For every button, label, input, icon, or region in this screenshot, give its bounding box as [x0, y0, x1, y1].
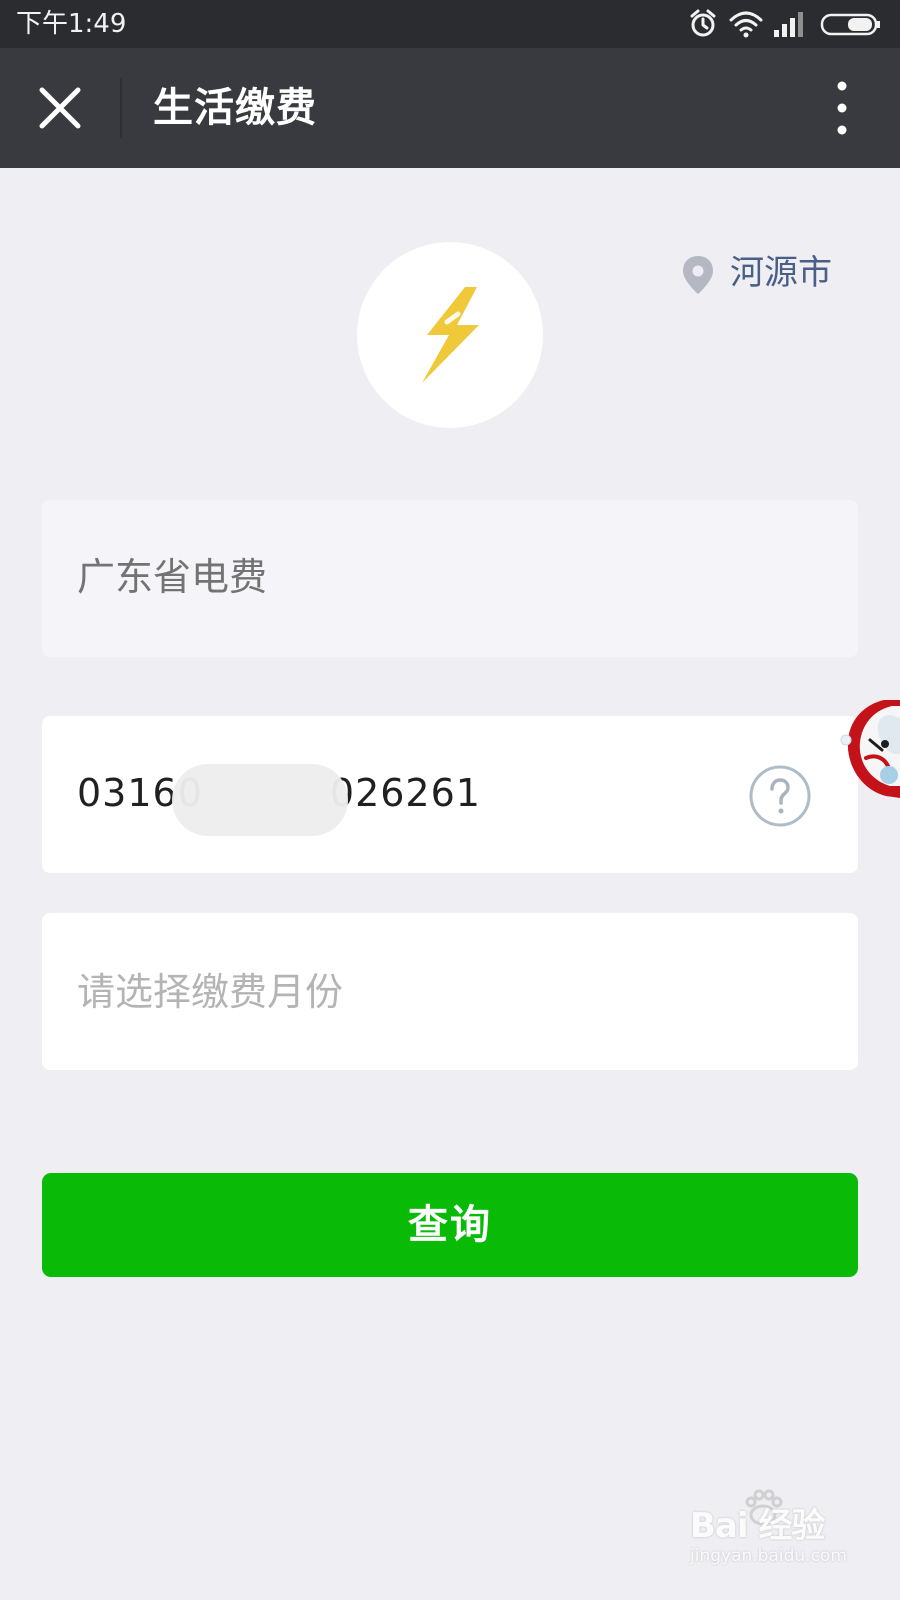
query-button[interactable]: 查询 [42, 1173, 858, 1277]
more-button[interactable] [822, 72, 862, 144]
watermark-url: jingyan.baidu.com [690, 1546, 847, 1566]
lightning-icon [422, 287, 479, 383]
app-bar-divider [120, 78, 122, 138]
month-placeholder: 请选择缴费月份 [77, 970, 344, 1014]
baidu-watermark: Bai 经验 jingyan.baidu.com [690, 1489, 880, 1576]
signal-icon [774, 12, 803, 37]
status-time: 下午1:49 [16, 9, 127, 39]
more-vertical-icon [837, 81, 847, 135]
floating-assistant-icon[interactable] [840, 682, 900, 812]
watermark-text: Bai 经验 [690, 1506, 825, 1546]
provider-field: 广东省电费 [42, 500, 858, 657]
close-icon [39, 87, 81, 129]
month-selector[interactable]: 请选择缴费月份 [42, 913, 858, 1070]
location-pin-icon [683, 256, 713, 294]
provider-value: 广东省电费 [77, 555, 268, 599]
close-button[interactable] [25, 73, 95, 143]
account-field[interactable]: 03160 026261 [42, 716, 858, 873]
wifi-icon [729, 11, 763, 38]
category-icon-container [357, 242, 543, 428]
account-number-suffix: 026261 [329, 771, 481, 815]
status-bar: 下午1:49 [0, 0, 900, 48]
page-title: 生活缴费 [153, 85, 317, 131]
location-text: 河源市 [730, 253, 832, 293]
alarm-icon [690, 9, 716, 37]
account-redaction [172, 764, 348, 836]
help-circle-icon[interactable] [748, 764, 812, 828]
app-bar: 生活缴费 [0, 48, 900, 168]
battery-icon [820, 13, 880, 36]
